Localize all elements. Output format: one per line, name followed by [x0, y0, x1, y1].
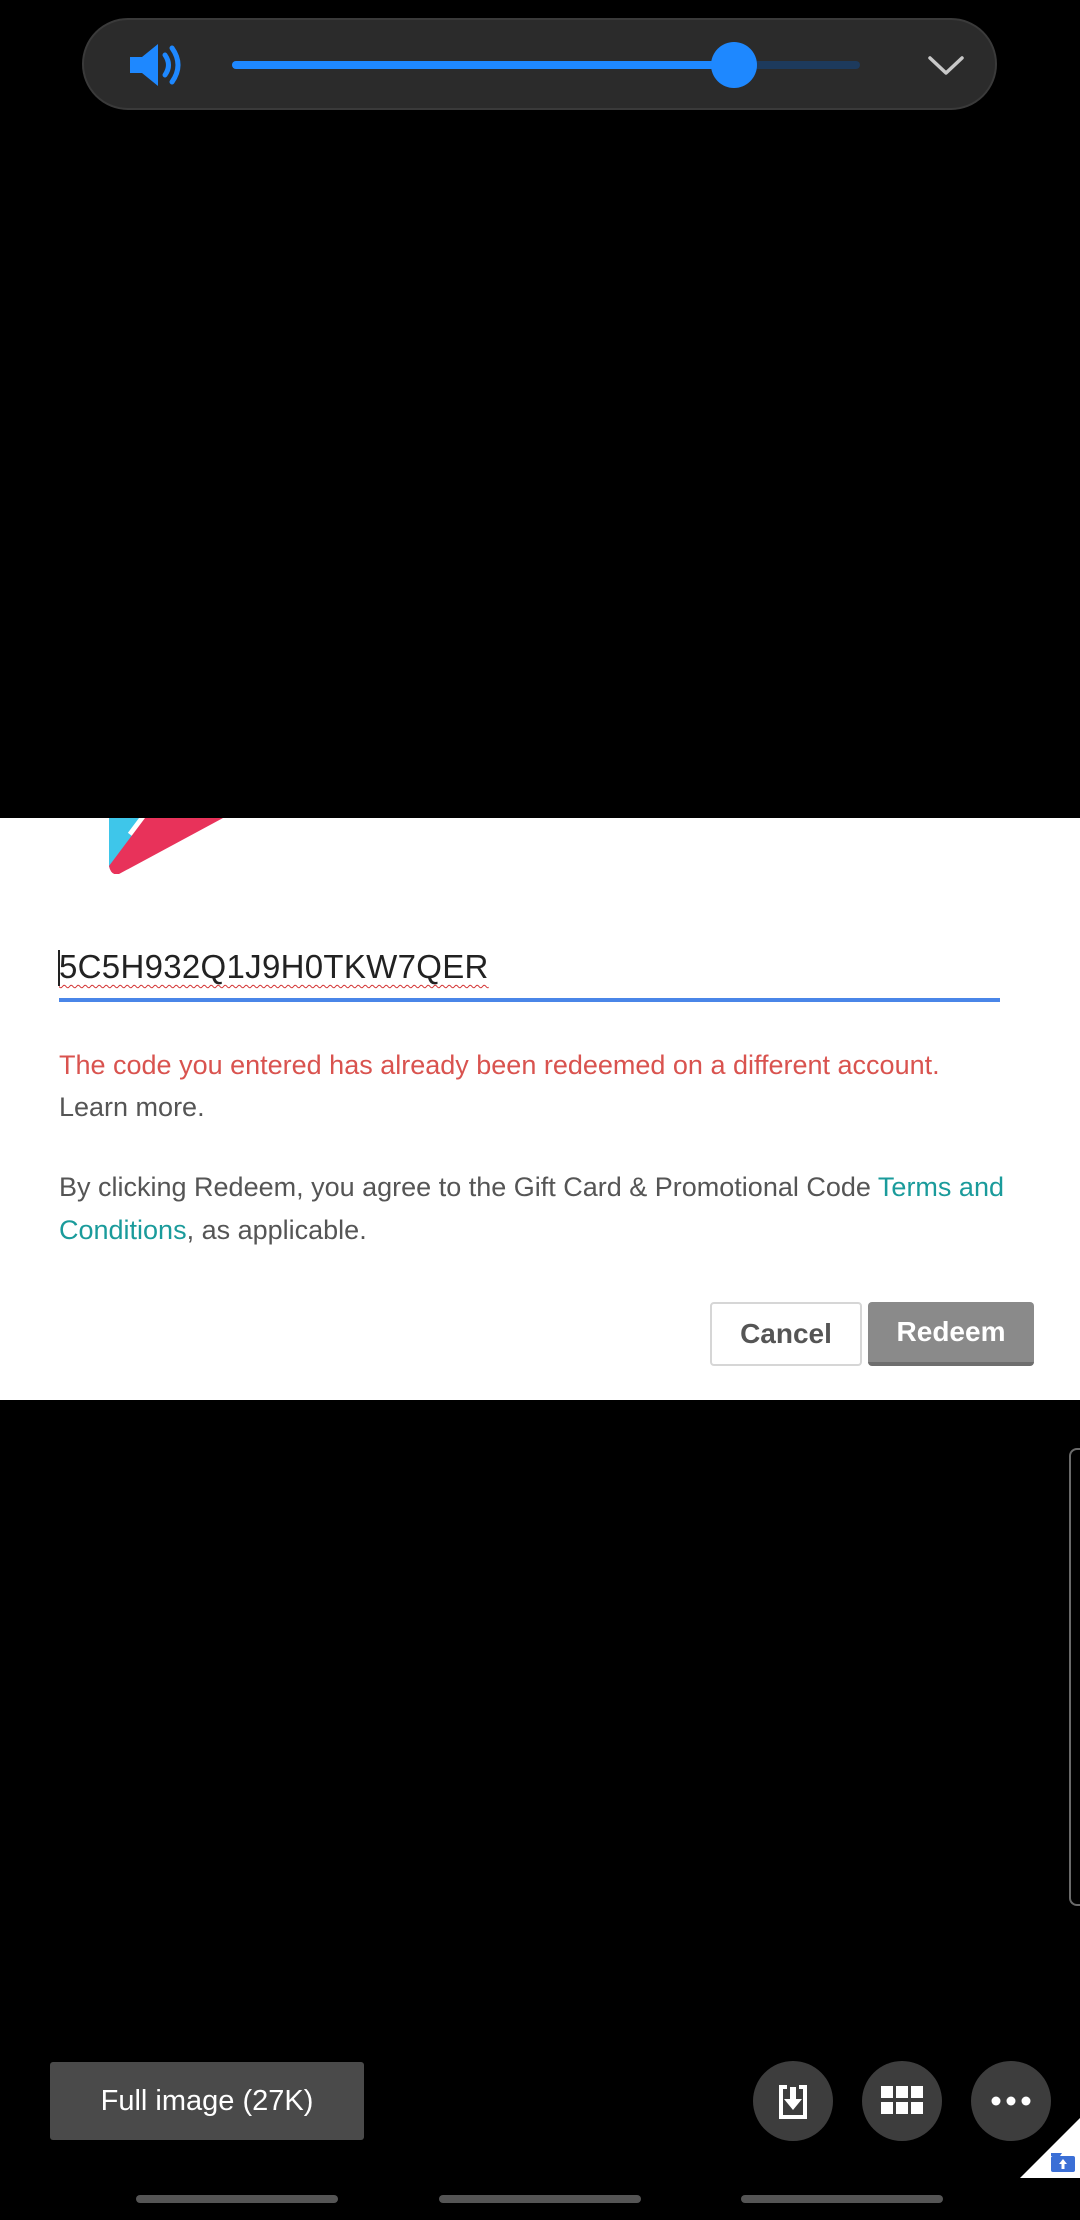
apps-button[interactable]	[862, 2061, 942, 2141]
text-cursor	[58, 950, 60, 986]
volume-panel	[82, 18, 997, 110]
grid-icon	[881, 2086, 923, 2114]
nav-back-button[interactable]	[741, 2195, 943, 2203]
terms-suffix: , as applicable.	[186, 1215, 367, 1245]
redeem-code-value: 5C5H932Q1J9H0TKW7QER	[59, 948, 489, 985]
more-horizontal-icon	[991, 2096, 1031, 2106]
error-message: The code you entered has already been re…	[59, 1050, 940, 1080]
screen: 5C5H932Q1J9H0TKW7QER The code you entere…	[0, 0, 1080, 2220]
speaker-icon[interactable]	[126, 40, 186, 90]
terms-prefix: By clicking Redeem, you agree to the Gif…	[59, 1172, 878, 1202]
cancel-button[interactable]: Cancel	[710, 1302, 862, 1366]
volume-slider-fill	[232, 61, 735, 69]
redeem-code-input[interactable]: 5C5H932Q1J9H0TKW7QER	[58, 948, 1000, 1002]
folder-badge-icon[interactable]	[1020, 2118, 1080, 2178]
download-button[interactable]	[753, 2061, 833, 2141]
nav-home-button[interactable]	[439, 2195, 641, 2203]
edge-panel-handle[interactable]	[1069, 1448, 1080, 1906]
learn-more-link[interactable]: Learn more.	[59, 1092, 205, 1123]
full-image-button[interactable]: Full image (27K)	[50, 2062, 364, 2140]
download-icon	[779, 2085, 807, 2119]
play-store-logo	[109, 818, 223, 874]
viewed-image: 5C5H932Q1J9H0TKW7QER The code you entere…	[0, 818, 1080, 1400]
nav-recents-button[interactable]	[136, 2195, 338, 2203]
chevron-down-icon[interactable]	[926, 50, 966, 80]
volume-slider-thumb[interactable]	[711, 42, 758, 88]
terms-text: By clicking Redeem, you agree to the Gif…	[59, 1166, 1019, 1252]
volume-slider[interactable]	[232, 42, 860, 88]
redeem-button[interactable]: Redeem	[868, 1302, 1034, 1366]
